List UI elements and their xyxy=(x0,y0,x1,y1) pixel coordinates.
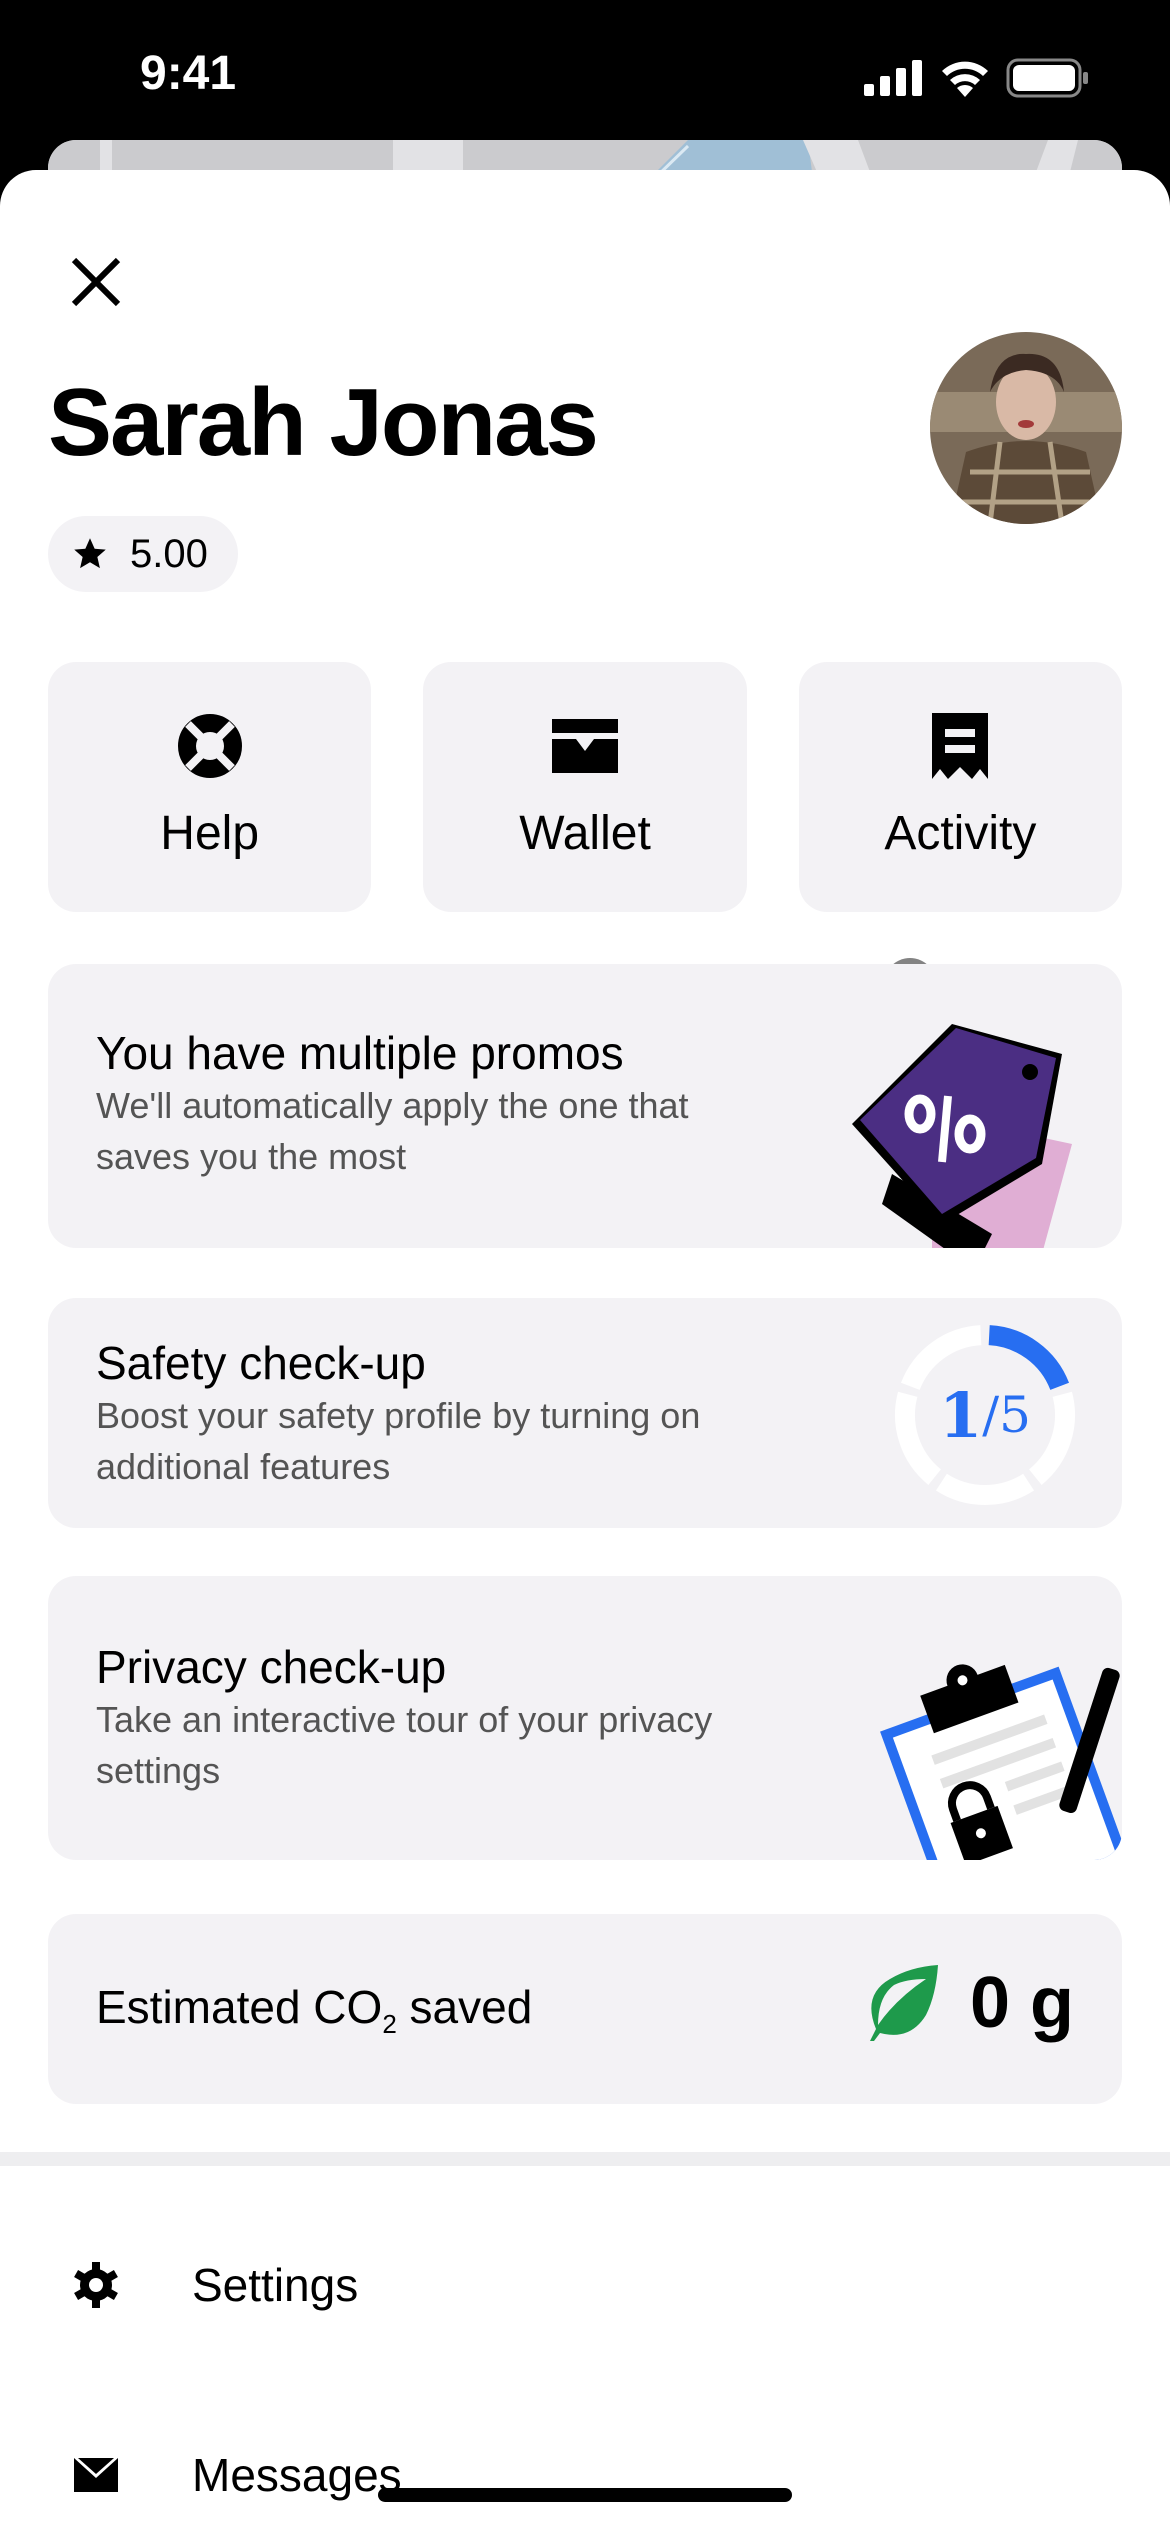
promos-title: You have multiple promos xyxy=(96,1027,624,1079)
safety-subtitle: Boost your safety profile by turning on … xyxy=(96,1395,701,1487)
safety-checkup-card[interactable]: Safety check-up Boost your safety profil… xyxy=(48,1298,1122,1528)
wifi-icon xyxy=(942,61,988,97)
star-icon xyxy=(74,538,106,569)
quick-actions: Help Wallet Activity xyxy=(48,662,1122,912)
status-time: 9:41 xyxy=(140,47,237,100)
rating-value: 5.00 xyxy=(130,531,208,576)
privacy-checkup-card[interactable]: Privacy check-up Take an interactive tou… xyxy=(48,1576,1122,1860)
section-divider xyxy=(0,2152,1170,2166)
safety-progress-text: 1/5 xyxy=(890,1320,1080,1510)
safety-progress-total: /5 xyxy=(982,1386,1031,1444)
promos-card[interactable]: You have multiple promos We'll automatic… xyxy=(48,964,1122,1248)
settings-label: Settings xyxy=(192,2259,359,2311)
cellular-signal-icon xyxy=(864,60,922,96)
wallet-button[interactable]: Wallet xyxy=(423,662,747,912)
co2-title-prefix: Estimated CO xyxy=(96,1981,383,2033)
clipboard-lock-icon xyxy=(880,1664,1122,1860)
home-indicator[interactable] xyxy=(378,2488,792,2502)
privacy-title: Privacy check-up xyxy=(96,1641,447,1693)
leaf-icon xyxy=(869,1965,938,2041)
gear-icon xyxy=(74,2262,118,2308)
co2-title-suffix: saved xyxy=(396,1981,533,2033)
avatar[interactable] xyxy=(930,332,1122,524)
wallet-label: Wallet xyxy=(519,806,651,860)
lifebuoy-icon xyxy=(177,713,242,778)
activity-button[interactable]: Activity xyxy=(798,662,1122,912)
status-bar: 9:41 xyxy=(0,0,1170,150)
help-label: Help xyxy=(160,806,260,860)
promo-tag-icon xyxy=(852,1024,1072,1248)
activity-label: Activity xyxy=(884,806,1037,860)
privacy-subtitle: Take an interactive tour of your privacy… xyxy=(96,1699,713,1791)
co2-amount: 0 g xyxy=(969,1963,1074,2043)
wallet-icon xyxy=(551,718,618,773)
co2-saved-card[interactable]: Estimated CO2 saved 0 g xyxy=(48,1914,1122,2104)
rating-badge: 5.00 xyxy=(48,516,238,592)
profile-name: Sarah Jonas xyxy=(48,369,599,476)
safety-title: Safety check-up xyxy=(96,1337,426,1389)
help-button[interactable]: Help xyxy=(48,662,372,912)
co2-value: 0 g xyxy=(866,1962,1074,2044)
receipt-icon xyxy=(932,712,989,779)
close-icon xyxy=(71,257,121,307)
menu-item-messages[interactable]: Messages xyxy=(0,2410,1170,2532)
messages-label: Messages xyxy=(192,2449,402,2501)
status-icons xyxy=(864,58,1090,98)
promos-subtitle: We'll automatically apply the one that s… xyxy=(96,1085,689,1177)
battery-icon xyxy=(1006,58,1088,98)
safety-progress-completed: 1 xyxy=(939,1378,983,1452)
account-sheet: Sarah Jonas 5.00 Help Wallet Activity Yo… xyxy=(0,170,1170,2532)
close-button[interactable] xyxy=(66,252,126,312)
mail-icon xyxy=(74,2458,118,2492)
co2-title-subscript: 2 xyxy=(382,2009,397,2040)
co2-title: Estimated CO2 saved xyxy=(96,1980,532,2040)
avatar-photo xyxy=(930,332,1122,524)
menu-item-settings[interactable]: Settings xyxy=(0,2220,1170,2350)
